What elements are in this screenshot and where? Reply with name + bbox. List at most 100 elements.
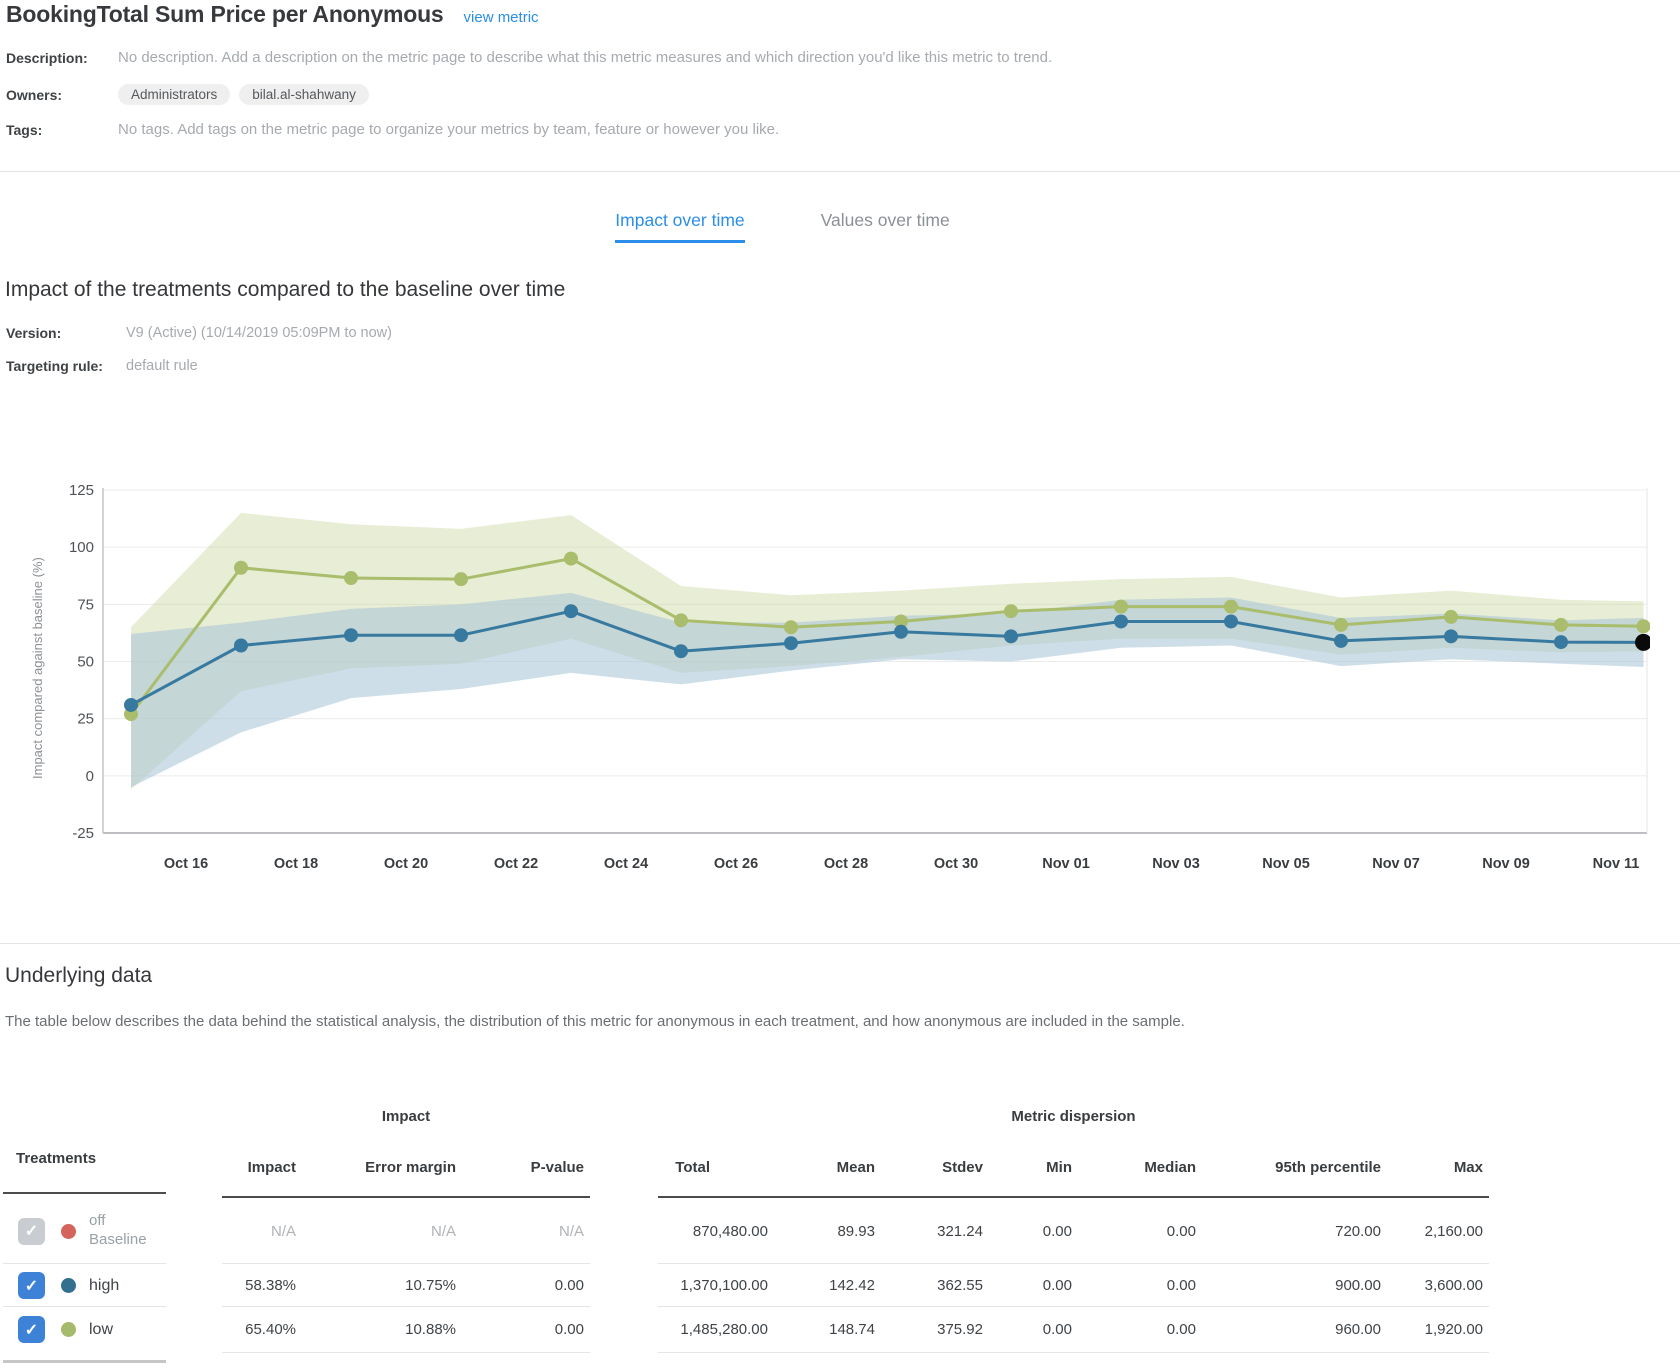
data-point-high[interactable] [674, 644, 688, 658]
data-point-high[interactable] [1114, 614, 1128, 628]
y-tick-label: 25 [77, 711, 94, 728]
treatment-color-dot-off [61, 1224, 76, 1239]
group-header-impact: Impact [222, 1108, 590, 1125]
data-point-high[interactable] [1444, 629, 1458, 643]
dispersion-cell: 0.00 [1078, 1277, 1202, 1294]
dispersion-cell: 3,600.00 [1387, 1277, 1489, 1294]
treatment-checkbox-off[interactable]: ✓ [18, 1218, 45, 1245]
treatments-column-bottom-border [3, 1360, 166, 1363]
data-point-high[interactable] [344, 628, 358, 642]
data-point-low[interactable] [454, 572, 468, 586]
dispersion-cell: 960.00 [1202, 1321, 1387, 1338]
dispersion-cell: 720.00 [1202, 1223, 1387, 1240]
data-point-low[interactable] [1444, 610, 1458, 624]
x-tick-label: Oct 18 [274, 856, 318, 872]
impact-cells-high: 58.38%10.75%0.00 [222, 1264, 590, 1307]
data-point-low[interactable] [234, 561, 248, 575]
impact-over-time-chart: 1251007550250-25Oct 16Oct 18Oct 20Oct 22… [50, 450, 1650, 890]
dispersion-cell: 89.93 [774, 1223, 881, 1240]
data-point-low[interactable] [1224, 600, 1238, 614]
dispersion-cell: 142.42 [774, 1277, 881, 1294]
x-tick-label: Nov 05 [1262, 856, 1310, 872]
dispersion-cell: 0.00 [989, 1277, 1078, 1294]
col-header-p-value: P-value [462, 1159, 590, 1176]
data-point-high[interactable] [124, 698, 138, 712]
x-tick-label: Nov 11 [1593, 856, 1640, 872]
data-point-low[interactable] [1554, 618, 1568, 632]
data-point-high[interactable] [1004, 629, 1018, 643]
description-row: Description: No description. Add a descr… [6, 49, 1052, 66]
tags-row: Tags: No tags. Add tags on the metric pa… [6, 121, 779, 138]
x-tick-label: Nov 07 [1372, 856, 1420, 872]
targeting-rule-row: Targeting rule: default rule [6, 358, 198, 374]
chart-table-divider [0, 943, 1680, 944]
impact-cells-low: 65.40%10.88%0.00 [222, 1307, 590, 1352]
y-tick-label: 75 [77, 596, 94, 613]
data-point-high[interactable] [1334, 634, 1348, 648]
x-tick-label: Oct 24 [604, 856, 648, 872]
treatment-label-low: low [89, 1320, 113, 1340]
data-point-high[interactable] [1224, 614, 1238, 628]
data-point-low[interactable] [784, 620, 798, 634]
col-header-stdev: Stdev [881, 1159, 989, 1176]
data-point-low[interactable] [344, 571, 358, 585]
col-header-max: Max [1387, 1159, 1489, 1176]
x-tick-label: Oct 28 [824, 856, 868, 872]
targeting-rule-label: Targeting rule: [6, 358, 126, 374]
version-value: V9 (Active) (10/14/2019 05:09PM to now) [126, 325, 392, 341]
x-tick-label: Oct 16 [164, 856, 208, 872]
description-value: No description. Add a description on the… [118, 49, 1052, 66]
dispersion-cells-off: 870,480.0089.93321.240.000.00720.002,160… [658, 1198, 1489, 1264]
group-header-metric-dispersion: Metric dispersion [658, 1108, 1489, 1125]
data-point-low[interactable] [674, 613, 688, 627]
col-header-median: Median [1078, 1159, 1202, 1176]
treatment-checkbox-low[interactable]: ✓ [18, 1316, 45, 1343]
view-metric-link[interactable]: view metric [464, 9, 539, 26]
tab-values-over-time[interactable]: Values over time [821, 210, 950, 243]
impact-cell: N/A [302, 1223, 462, 1240]
data-point-high[interactable] [894, 625, 908, 639]
underlying-data-description: The table below describes the data behin… [5, 1013, 1505, 1030]
table-row-low[interactable]: ✓ low [5, 1307, 217, 1352]
data-point-low[interactable] [564, 552, 578, 566]
dispersion-table-bottom-border [658, 1352, 1489, 1353]
owner-pill: bilal.al-shahwany [239, 84, 369, 105]
x-tick-label: Oct 30 [934, 856, 978, 872]
version-label: Version: [6, 325, 126, 341]
data-point-high[interactable] [234, 638, 248, 652]
col-header-mean: Mean [774, 1159, 881, 1176]
underlying-data-title: Underlying data [5, 964, 152, 988]
data-point-high[interactable] [564, 604, 578, 618]
table-row-off[interactable]: ✓offBaseline [5, 1198, 217, 1264]
dispersion-cell: 900.00 [1202, 1277, 1387, 1294]
data-point-low[interactable] [1004, 604, 1018, 618]
data-point-high[interactable] [1554, 635, 1568, 649]
treatment-name: off [89, 1212, 147, 1231]
treatments-header-rule [3, 1192, 166, 1194]
impact-cell: N/A [462, 1223, 590, 1240]
table-row-high[interactable]: ✓ high [5, 1264, 217, 1307]
y-tick-label: 100 [69, 539, 94, 556]
x-tick-label: Nov 03 [1152, 856, 1200, 872]
dispersion-cell: 321.24 [881, 1223, 989, 1240]
dispersion-cell: 0.00 [1078, 1223, 1202, 1240]
data-point-low[interactable] [1637, 619, 1651, 633]
col-header-error-margin: Error margin [302, 1159, 462, 1176]
treatment-color-dot-low [61, 1322, 76, 1337]
treatment-checkbox-high[interactable]: ✓ [18, 1272, 45, 1299]
chart-section-title: Impact of the treatments compared to the… [5, 278, 565, 302]
data-point-high[interactable] [784, 636, 798, 650]
data-point-low[interactable] [1114, 600, 1128, 614]
x-tick-label: Oct 26 [714, 856, 758, 872]
treatment-label-high: high [89, 1276, 119, 1296]
tags-label: Tags: [6, 122, 118, 138]
targeting-rule-value: default rule [126, 358, 198, 374]
dispersion-cells-high: 1,370,100.00142.42362.550.000.00900.003,… [658, 1264, 1489, 1307]
owner-pill-list: Administratorsbilal.al-shahwany [118, 84, 378, 105]
impact-table-bottom-border [222, 1352, 590, 1353]
y-tick-label: -25 [72, 825, 94, 842]
tab-impact-over-time[interactable]: Impact over time [615, 210, 744, 243]
data-point-low[interactable] [1334, 618, 1348, 632]
dispersion-cell: 2,160.00 [1387, 1223, 1489, 1240]
data-point-high[interactable] [454, 628, 468, 642]
